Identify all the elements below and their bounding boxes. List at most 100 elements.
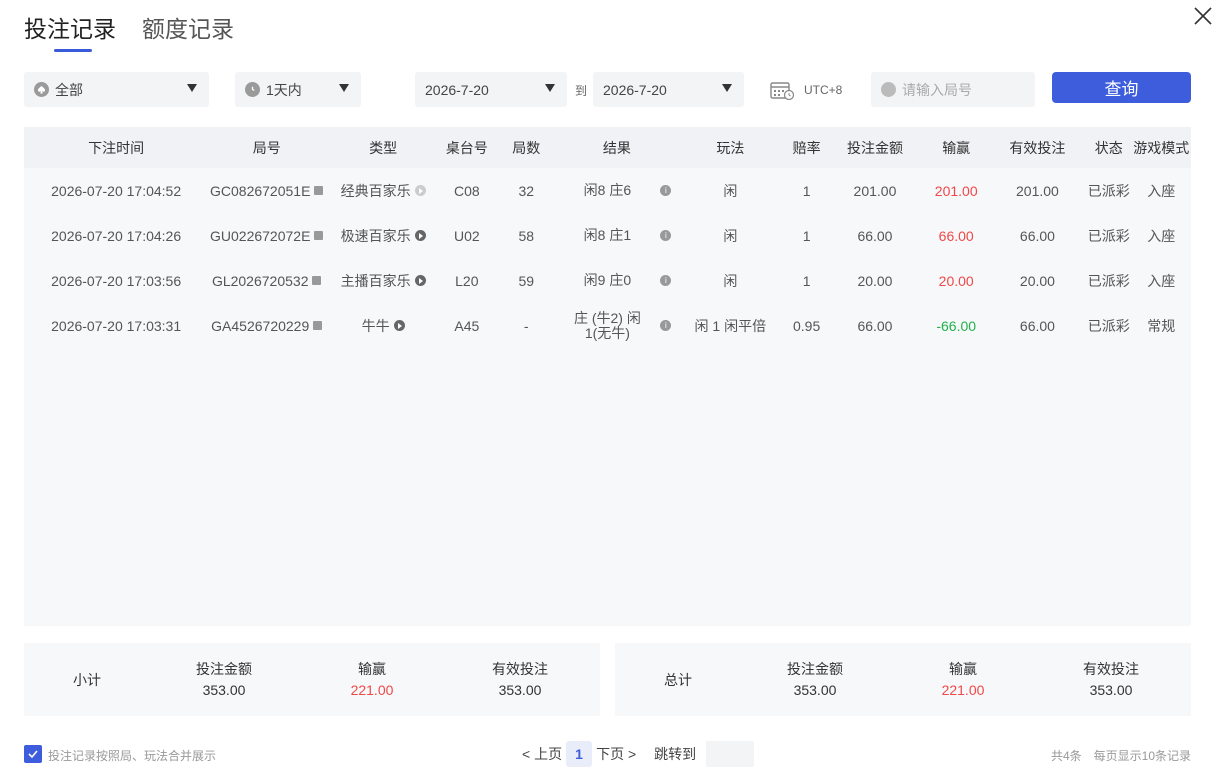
column-header: 局数	[512, 139, 541, 156]
win-loss: 201.00	[934, 182, 978, 199]
total-win-label: 输赢	[949, 660, 977, 677]
game-result: 闲8 庄6	[583, 182, 632, 198]
game-filter-select[interactable]: 全部	[24, 72, 209, 107]
column-header: 有效投注	[1009, 139, 1066, 156]
bet-amount: 201.00	[853, 182, 897, 199]
game-mode: 常规	[1147, 317, 1176, 334]
odds: 0.95	[792, 317, 821, 334]
jump-page-input[interactable]	[706, 741, 755, 767]
table-row: 2026-07-20 17:03:31 GA4526720229 牛牛 A45 …	[24, 303, 1191, 348]
round-cell: GA4526720229	[208, 318, 325, 334]
table-number: C08	[453, 182, 480, 199]
subtotal-bet-label: 投注金额	[196, 660, 252, 677]
play-icon[interactable]	[393, 320, 405, 331]
game-count: -	[523, 317, 529, 334]
copy-icon[interactable]	[314, 231, 324, 240]
odds: 1	[802, 272, 811, 289]
type-cell: 牛牛	[325, 316, 441, 336]
game-result: 闲9 庄0	[583, 272, 632, 288]
info-icon[interactable]: i	[660, 275, 672, 286]
game-result: 闲8 庄1	[583, 227, 632, 243]
table-number: A45	[454, 317, 480, 334]
play-type: 闲 1 闲平倍	[694, 317, 767, 334]
total-bet: 投注金额 353.00	[741, 659, 889, 701]
round-number: GC082672051E	[210, 182, 311, 199]
total-win-value: 221.00	[941, 681, 985, 698]
bet-time: 2026-07-20 17:04:52	[51, 182, 182, 199]
info-icon[interactable]: i	[660, 320, 672, 331]
info-icon[interactable]: i	[660, 185, 672, 196]
play-icon[interactable]	[414, 185, 426, 196]
total-valid-label: 有效投注	[1083, 660, 1139, 677]
info-icon[interactable]: i	[660, 230, 672, 241]
next-page-button[interactable]: 下页 >	[596, 744, 636, 764]
chevron-down-icon	[187, 84, 197, 92]
tab-bet-records[interactable]: 投注记录	[24, 10, 116, 52]
subtotal-panel: 小计 投注金额 353.00 输赢 221.00 有效投注 353.00	[24, 643, 600, 716]
column-header: 局号	[252, 139, 281, 156]
timezone-label: UTC+8	[804, 83, 843, 97]
status: 已派彩	[1087, 182, 1130, 199]
jump-label: 跳转到	[654, 746, 697, 762]
subtotal-valid-label: 有效投注	[492, 660, 548, 677]
subtotal-valid: 有效投注 353.00	[446, 659, 594, 701]
merge-checkbox-label: 投注记录按照局、玩法合并展示	[48, 749, 217, 763]
column-header: 状态	[1094, 139, 1123, 156]
game-filter-value: 全部	[55, 81, 83, 98]
merge-checkbox[interactable]	[24, 745, 42, 763]
play-icon[interactable]	[414, 275, 426, 286]
copy-icon[interactable]	[314, 186, 324, 195]
chevron-down-icon	[545, 84, 555, 92]
round-number: GL2026720532	[211, 272, 309, 289]
record-count: 共4条 每页显示10条记录	[1051, 747, 1191, 764]
table-number: L20	[455, 272, 479, 289]
column-header: 赔率	[792, 139, 821, 156]
round-search-field[interactable]	[871, 72, 1035, 107]
copy-icon[interactable]	[312, 276, 322, 285]
column-header: 游戏模式	[1133, 139, 1190, 156]
result-cell: 闲8 庄6 i	[560, 183, 674, 198]
table-row: 2026-07-20 17:04:26 GU022672072E 极速百家乐 U…	[24, 213, 1191, 258]
play-icon[interactable]	[414, 230, 426, 241]
current-page-button[interactable]: 1	[566, 741, 593, 767]
win-loss: 20.00	[938, 272, 974, 289]
game-mode: 入座	[1147, 182, 1176, 199]
type-cell: 主播百家乐	[325, 271, 441, 291]
status: 已派彩	[1087, 317, 1130, 334]
table-header: 下注时间 局号 类型 桌台号 局数 结果 玩法 赔率 投注金额 输赢 有效投注 …	[24, 127, 1191, 168]
valid-bet: 20.00	[1019, 272, 1055, 289]
filter-bar: 全部 1天内 2026-7-20 到 2026-7-20 UTC+8 查询	[24, 72, 1191, 107]
game-mode: 入座	[1147, 227, 1176, 244]
prev-page-button[interactable]: < 上页	[522, 744, 562, 764]
close-icon[interactable]	[1191, 4, 1215, 28]
time-filter-select[interactable]: 1天内	[235, 72, 361, 107]
win-loss: -66.00	[936, 317, 977, 334]
odds: 1	[802, 227, 811, 244]
bet-amount: 20.00	[857, 272, 893, 289]
play-type: 闲	[723, 227, 738, 244]
round-cell: GU022672072E	[208, 228, 325, 244]
subtotal-bet-value: 353.00	[202, 681, 246, 698]
pagination: < 上页 1 下页 > 跳转到	[522, 741, 755, 767]
chevron-down-icon	[722, 84, 732, 92]
result-cell: 闲8 庄1 i	[560, 228, 674, 243]
copy-icon[interactable]	[313, 321, 323, 330]
date-from-value: 2026-7-20	[425, 81, 489, 98]
date-from-select[interactable]: 2026-7-20	[415, 72, 567, 107]
subtotal-win-value: 221.00	[350, 681, 394, 698]
play-type: 闲	[723, 182, 738, 199]
game-mode: 入座	[1147, 272, 1176, 289]
tab-quota-records[interactable]: 额度记录	[142, 10, 234, 52]
game-count: 32	[518, 182, 535, 199]
checkmark-icon	[28, 750, 38, 759]
search-button[interactable]: 查询	[1052, 72, 1191, 103]
column-header: 投注金额	[846, 139, 903, 156]
column-header: 输赢	[942, 139, 971, 156]
timezone-indicator: UTC+8	[770, 80, 842, 100]
round-number-input[interactable]	[902, 81, 1022, 98]
date-to-select[interactable]: 2026-7-20	[593, 72, 744, 107]
footer: 投注记录按照局、玩法合并展示 < 上页 1 下页 > 跳转到 共4条 每页显示1…	[24, 741, 1191, 767]
game-result: 庄 (牛2) 闲1(无牛)	[573, 309, 641, 341]
calendar-icon	[770, 82, 794, 100]
bet-amount: 66.00	[857, 227, 893, 244]
